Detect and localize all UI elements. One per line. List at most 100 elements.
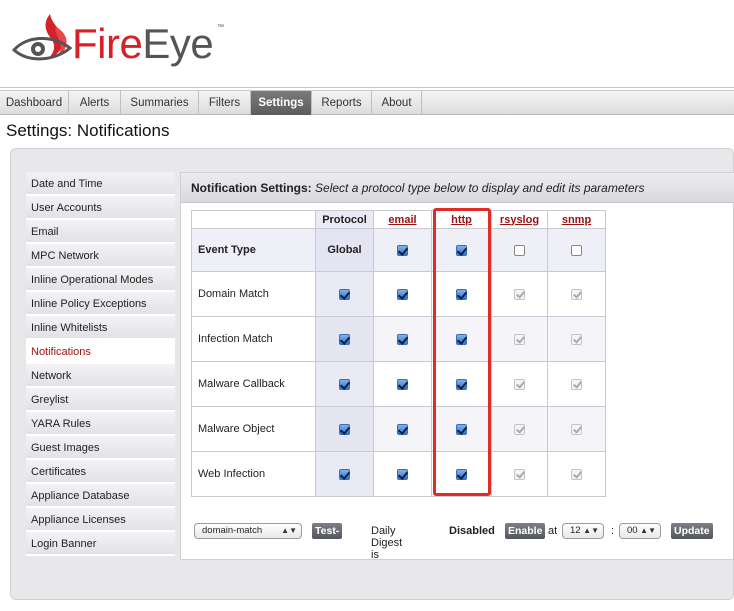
- hour-select[interactable]: 12 ▲▼: [562, 523, 604, 539]
- event-label: Malware Callback: [191, 361, 316, 407]
- daily-digest-status: Disabled: [449, 525, 495, 537]
- sidebar-item-inline-operational-modes[interactable]: Inline Operational Modes: [26, 268, 175, 292]
- minute-select-value: 00: [627, 525, 638, 536]
- brand-tm: ™: [217, 24, 224, 31]
- tab-filters[interactable]: Filters: [199, 91, 251, 115]
- http-checkbox[interactable]: [456, 288, 467, 300]
- select-arrows-icon: ▲▼: [583, 526, 599, 535]
- protocol-checkbox[interactable]: [339, 378, 350, 390]
- sidebar-item-greylist[interactable]: Greylist: [26, 388, 175, 412]
- rsyslog-checkbox: [514, 378, 525, 390]
- protocol-link-email[interactable]: email: [388, 214, 416, 226]
- tab-about[interactable]: About: [372, 91, 422, 115]
- rsyslog-checkbox: [514, 333, 525, 345]
- test-fire-button[interactable]: Test-Fire: [312, 523, 343, 553]
- email-checkbox[interactable]: [397, 288, 408, 300]
- email-checkbox[interactable]: [397, 468, 408, 480]
- tab-reports[interactable]: Reports: [312, 91, 372, 115]
- global-email-checkbox[interactable]: [397, 244, 408, 256]
- protocol-link-http[interactable]: http: [451, 214, 472, 226]
- sidebar-item-email[interactable]: Email: [26, 220, 175, 244]
- http-checkbox[interactable]: [456, 423, 467, 435]
- table-row: Infection Match: [191, 316, 606, 362]
- at-label: at: [548, 525, 558, 537]
- global-row: Event Type Global: [191, 228, 606, 272]
- http-checkbox[interactable]: [456, 378, 467, 390]
- table-row: Web Infection: [191, 451, 606, 497]
- sidebar-item-network[interactable]: Network: [26, 364, 175, 388]
- brand-fire: Fire: [72, 20, 143, 67]
- email-checkbox[interactable]: [397, 423, 408, 435]
- sidebar-item-inline-whitelists[interactable]: Inline Whitelists: [26, 316, 175, 340]
- minute-select[interactable]: 00 ▲▼: [619, 523, 661, 539]
- table-row: Malware Callback: [191, 361, 606, 407]
- section-title: Notification Settings:: [191, 181, 312, 195]
- event-label: Malware Object: [191, 406, 316, 452]
- sidebar-item-inline-policy-exceptions[interactable]: Inline Policy Exceptions: [26, 292, 175, 316]
- table-header-row: Protocol email http rsyslog snmp: [191, 210, 606, 229]
- event-label: Domain Match: [191, 271, 316, 317]
- global-snmp-checkbox[interactable]: [571, 244, 582, 256]
- email-checkbox[interactable]: [397, 333, 408, 345]
- time-colon: :: [611, 525, 615, 537]
- sidebar-item-yara-rules[interactable]: YARA Rules: [26, 412, 175, 436]
- tab-dashboard[interactable]: Dashboard: [0, 91, 69, 115]
- daily-digest-label: Daily Digest is: [371, 525, 403, 561]
- email-checkbox[interactable]: [397, 378, 408, 390]
- event-type-select-value: domain-match: [202, 525, 263, 536]
- sidebar-item-login-banner[interactable]: Login Banner: [26, 532, 175, 556]
- table-row: Domain Match: [191, 271, 606, 317]
- protocol-checkbox[interactable]: [339, 288, 350, 300]
- header-empty: [191, 210, 316, 229]
- http-checkbox[interactable]: [456, 468, 467, 480]
- protocol-link-snmp[interactable]: snmp: [562, 214, 591, 226]
- page-title: Settings: Notifications: [6, 121, 170, 140]
- sidebar-item-mpc-network[interactable]: MPC Network: [26, 244, 175, 268]
- tab-summaries[interactable]: Summaries: [121, 91, 199, 115]
- rsyslog-checkbox: [514, 288, 525, 300]
- update-button[interactable]: Update: [671, 523, 713, 539]
- tab-settings[interactable]: Settings: [251, 91, 312, 115]
- event-type-label: Event Type: [191, 228, 316, 272]
- global-label: Global: [315, 228, 374, 272]
- sidebar-item-date-and-time[interactable]: Date and Time: [26, 172, 175, 196]
- global-rsyslog-checkbox[interactable]: [514, 244, 525, 256]
- enable-button[interactable]: Enable: [505, 523, 546, 539]
- select-arrows-icon: ▲▼: [640, 526, 656, 535]
- sidebar-item-guest-images[interactable]: Guest Images: [26, 436, 175, 460]
- sidebar-item-certificates[interactable]: Certificates: [26, 460, 175, 484]
- brand-eye: Eye: [142, 20, 214, 67]
- sidebar-item-user-accounts[interactable]: User Accounts: [26, 196, 175, 220]
- tab-alerts[interactable]: Alerts: [69, 91, 121, 115]
- section-header: Notification Settings: Select a protocol…: [181, 173, 734, 203]
- select-arrows-icon: ▲▼: [281, 526, 297, 535]
- protocol-checkbox[interactable]: [339, 468, 350, 480]
- hour-select-value: 12: [570, 525, 581, 536]
- rsyslog-checkbox: [514, 468, 525, 480]
- sidebar-item-notifications[interactable]: Notifications: [26, 340, 175, 364]
- http-checkbox[interactable]: [456, 333, 467, 345]
- snmp-checkbox: [571, 468, 582, 480]
- main-tab-bar: Dashboard Alerts Summaries Filters Setti…: [0, 90, 734, 115]
- sidebar-item-appliance-licenses[interactable]: Appliance Licenses: [26, 508, 175, 532]
- snmp-checkbox: [571, 378, 582, 390]
- protocol-checkbox[interactable]: [339, 423, 350, 435]
- brand-wordmark: FireEye: [72, 20, 214, 68]
- sidebar-item-appliance-database[interactable]: Appliance Database: [26, 484, 175, 508]
- event-type-select[interactable]: domain-match ▲▼: [194, 523, 302, 539]
- table-row: Malware Object: [191, 406, 606, 452]
- section-subtitle: Select a protocol type below to display …: [315, 181, 645, 195]
- notification-table: Protocol email http rsyslog snmp Event T…: [191, 210, 606, 497]
- app-header: FireEye ™: [0, 0, 734, 88]
- event-label: Infection Match: [191, 316, 316, 362]
- event-label: Web Infection: [191, 451, 316, 497]
- protocol-checkbox[interactable]: [339, 333, 350, 345]
- protocol-header: Protocol: [315, 210, 374, 229]
- rsyslog-checkbox: [514, 423, 525, 435]
- snmp-checkbox: [571, 423, 582, 435]
- settings-sidebar: Date and Time User Accounts Email MPC Ne…: [26, 172, 175, 556]
- protocol-link-rsyslog[interactable]: rsyslog: [500, 214, 539, 226]
- snmp-checkbox: [571, 288, 582, 300]
- snmp-checkbox: [571, 333, 582, 345]
- global-http-checkbox[interactable]: [456, 244, 467, 256]
